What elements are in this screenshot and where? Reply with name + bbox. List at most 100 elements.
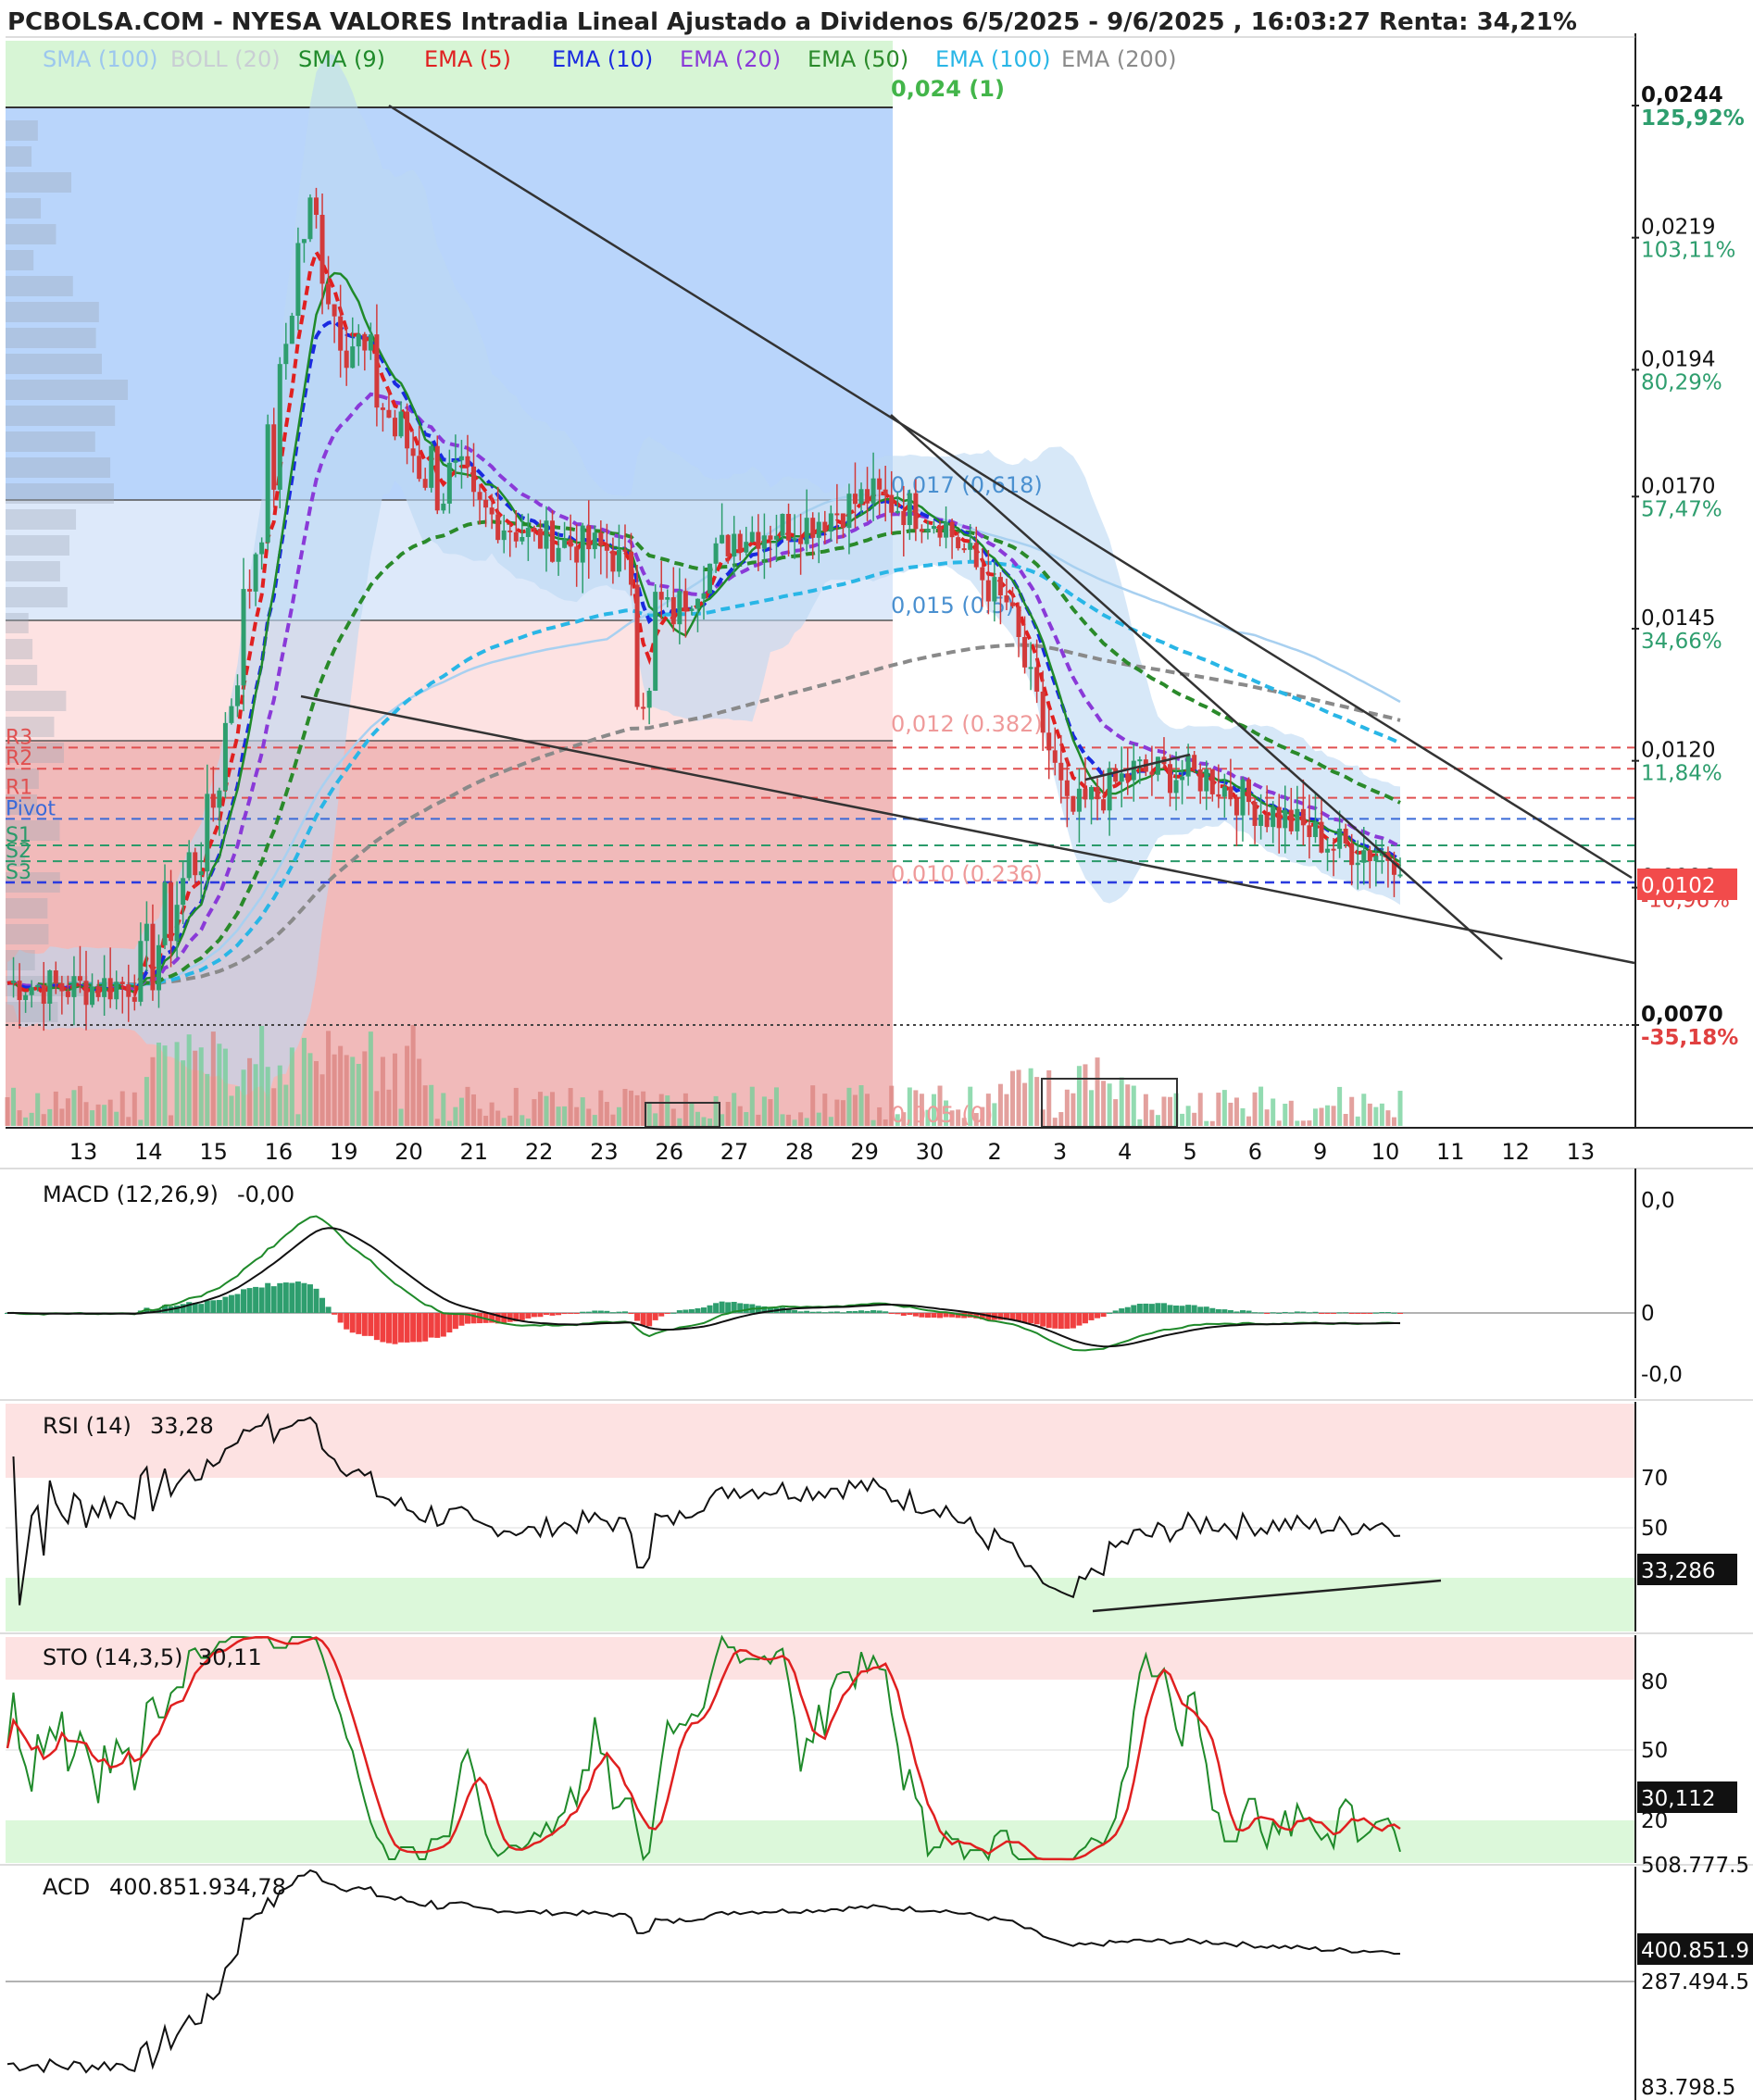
volume-bar — [495, 1110, 501, 1126]
volume-bar — [1089, 1090, 1095, 1126]
volume-bar — [1149, 1109, 1155, 1126]
macd-histogram-bar — [446, 1313, 453, 1333]
volume-bar — [1355, 1116, 1360, 1126]
volume-bar — [665, 1095, 670, 1126]
volume-bar — [205, 1073, 210, 1126]
volume-bar — [822, 1094, 828, 1126]
chart-stage: R3 R2 R1 Pivot S1 S2 S3 0,024 (1) 0,017 (0,618)… — [0, 0, 1753, 2100]
macd-histogram-bar — [646, 1313, 653, 1327]
volume-profile-bar — [6, 406, 116, 426]
volume-bar — [410, 1025, 416, 1126]
volume-bar — [1119, 1077, 1124, 1126]
acd-axis-top: 508.777.5 — [1641, 1854, 1749, 1878]
volume-bar — [71, 1090, 77, 1126]
volume-bar — [1361, 1094, 1367, 1126]
volume-bar — [870, 1119, 876, 1126]
volume-bar — [53, 1091, 58, 1126]
macd-histogram-bar — [821, 1312, 828, 1314]
volume-bar — [222, 1048, 228, 1126]
price-tick-label: 0,0070 — [1641, 1003, 1723, 1027]
volume-bar — [11, 1087, 17, 1126]
macd-histogram-bar — [1312, 1311, 1319, 1313]
percent-tick-label: 57,47% — [1641, 497, 1722, 521]
macd-histogram-bar — [1112, 1310, 1119, 1313]
volume-bar — [107, 1099, 113, 1126]
candle-body — [840, 513, 845, 529]
sto-panel: STO (14,3,5) 30,11 80 50 20 30,112 — [0, 1634, 1753, 1866]
legend-item: EMA (100) — [935, 46, 1050, 72]
macd-histogram-bar — [895, 1313, 901, 1315]
candle-body — [307, 197, 313, 240]
price-tick-label: 0,0120 — [1641, 739, 1715, 763]
volume-bar — [1058, 1112, 1064, 1126]
candle-body — [822, 521, 828, 532]
acd-label: ACD — [43, 1874, 90, 1900]
macd-histogram-bar — [1046, 1313, 1052, 1329]
sto-axis-80: 80 — [1641, 1670, 1668, 1694]
candle-body — [901, 510, 907, 526]
macd-histogram-bar — [1331, 1313, 1337, 1314]
volume-bar — [77, 1085, 82, 1126]
price-tick-label: 0,0219 — [1641, 216, 1715, 240]
volume-bar — [193, 1050, 198, 1126]
candle-body — [247, 589, 253, 592]
candle-body — [768, 535, 773, 540]
volume-profile-bar — [6, 224, 56, 244]
volume-bar — [289, 1047, 294, 1126]
candle-body — [1071, 795, 1076, 812]
volume-bar — [446, 1120, 452, 1126]
volume-profile-bar — [6, 898, 48, 919]
volume-bar — [828, 1117, 833, 1126]
volume-bar — [319, 1074, 325, 1126]
candle-body — [126, 984, 131, 997]
x-tick-label: 3 — [1053, 1139, 1067, 1165]
volume-bar — [1071, 1093, 1076, 1126]
volume-bar — [1155, 1115, 1160, 1126]
volume-bar — [119, 1091, 125, 1126]
candle-body — [23, 994, 29, 1001]
macd-histogram-bar — [888, 1313, 895, 1314]
volume-bar — [374, 1091, 380, 1126]
volume-bar — [380, 1056, 385, 1126]
candle-body — [713, 543, 719, 564]
chart-svg: R3R2R1PivotS1S2S3 0,024 (1)0,017 (0,618)… — [0, 0, 1753, 2100]
macd-histogram-bar — [1348, 1313, 1355, 1314]
volume-bar — [453, 1106, 458, 1126]
price-tick-label: 0,0145 — [1641, 606, 1715, 631]
volume-bar — [695, 1111, 700, 1126]
macd-histogram-bar — [658, 1313, 665, 1317]
volume-bar — [477, 1108, 482, 1126]
x-tick-label: 22 — [525, 1139, 554, 1165]
volume-bar — [865, 1094, 870, 1126]
volume-bar — [150, 1056, 156, 1126]
macd-histogram-bar — [1300, 1311, 1307, 1313]
candle-body — [1367, 850, 1372, 862]
volume-bar — [198, 1047, 204, 1126]
macd-histogram-bar — [1360, 1313, 1367, 1314]
sto-oversold-zone — [6, 1820, 1635, 1863]
candle-body — [301, 239, 307, 244]
candle-body — [1009, 602, 1015, 606]
volume-bar — [786, 1114, 792, 1126]
macd-histogram-bar — [428, 1313, 434, 1338]
pivot-label: R3 — [6, 726, 32, 749]
macd-histogram-bar — [313, 1288, 319, 1313]
macd-histogram-bar — [1070, 1313, 1076, 1329]
macd-histogram-bar — [931, 1313, 937, 1318]
macd-histogram-bar — [222, 1296, 229, 1313]
candle-body — [59, 982, 65, 992]
volume-bar — [434, 1119, 440, 1126]
volume-bar — [756, 1114, 761, 1126]
candle-body — [1246, 779, 1252, 803]
candle-body — [205, 794, 210, 872]
volume-bar — [725, 1102, 731, 1126]
volume-bar — [532, 1099, 537, 1126]
macd-value: -0,00 — [237, 1181, 294, 1207]
acd-last-label: 400.851.9 — [1641, 1939, 1749, 1963]
volume-bar — [707, 1118, 713, 1126]
macd-histogram-bar — [307, 1284, 313, 1313]
macd-histogram-bar — [1160, 1303, 1167, 1313]
candle-body — [107, 978, 113, 1000]
volume-bar — [816, 1112, 821, 1126]
candle-body — [732, 533, 737, 556]
